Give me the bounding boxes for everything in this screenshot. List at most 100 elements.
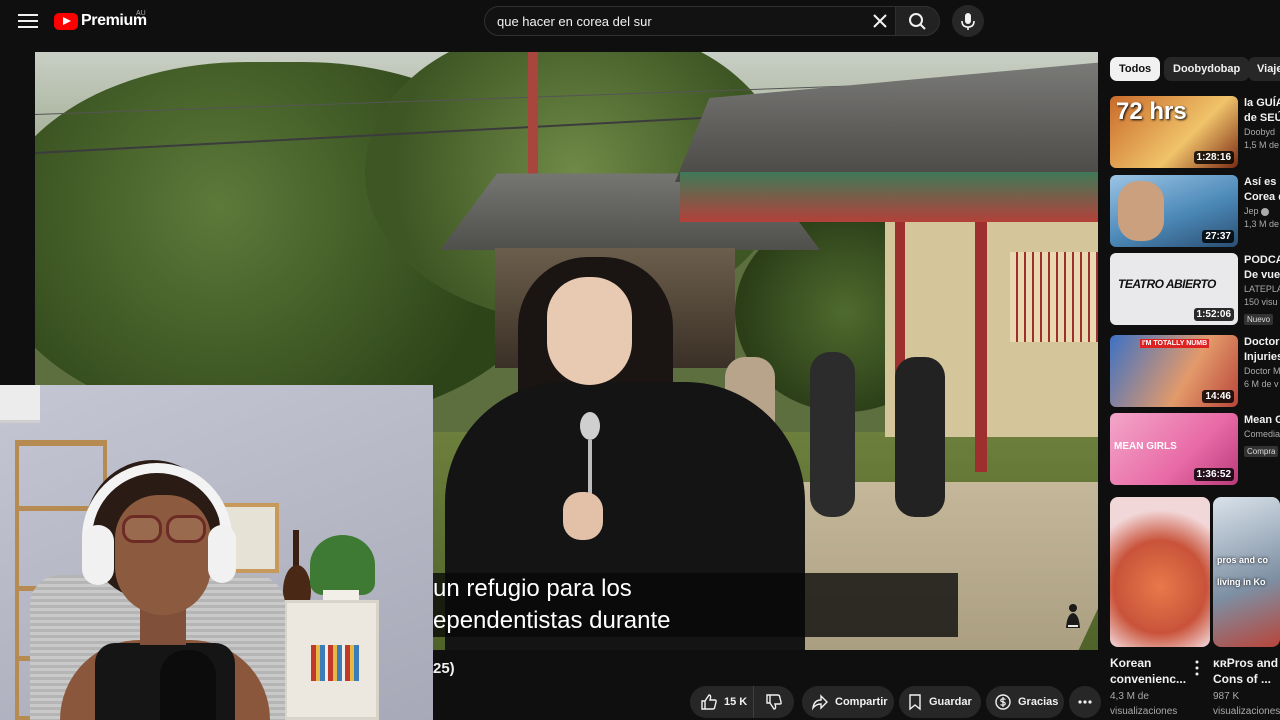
video-frame-passerby bbox=[895, 357, 945, 517]
short-caption: pros and co bbox=[1217, 555, 1269, 565]
share-button[interactable]: Compartir bbox=[802, 686, 894, 718]
short-title: Korean bbox=[1110, 656, 1152, 670]
short-video[interactable]: pros and co living in Ko bbox=[1213, 497, 1280, 647]
video-title-line2: de SEÚ bbox=[1244, 112, 1280, 124]
channel-watermark-icon[interactable] bbox=[1062, 602, 1084, 630]
caption-line: ependentistas durante bbox=[433, 607, 671, 634]
search-input[interactable] bbox=[497, 7, 857, 35]
webcam-ukulele-neck bbox=[293, 530, 299, 570]
view-count: 1,5 M de bbox=[1244, 140, 1280, 150]
channel-name: Doctor M bbox=[1244, 366, 1280, 376]
short-thumbnail bbox=[1213, 497, 1280, 647]
recommended-video[interactable]: TEATRO ABIERTO 1:52:06 PODCA De vuel LAT… bbox=[1110, 253, 1280, 325]
close-icon[interactable] bbox=[872, 13, 888, 29]
short-title-line2: Cons of ... bbox=[1213, 672, 1271, 686]
thumbnail-person bbox=[1118, 181, 1164, 241]
webcam-books bbox=[311, 645, 359, 681]
video-duration: 1:28:16 bbox=[1193, 151, 1234, 164]
video-title: Doctor I bbox=[1244, 336, 1280, 348]
caption-line: un refugio para los bbox=[433, 575, 632, 602]
short-title: ᴋʀPros and bbox=[1213, 656, 1279, 670]
youtube-logo[interactable]: Premium bbox=[54, 9, 147, 33]
video-meta: Doctor I Injuries Doctor M 6 M de v bbox=[1244, 335, 1280, 391]
webcam-earcup bbox=[208, 525, 236, 583]
short-caption: living in Ko bbox=[1217, 577, 1266, 587]
like-count: 15 K bbox=[724, 696, 748, 708]
video-frame-spoon bbox=[580, 412, 600, 502]
short-video[interactable] bbox=[1110, 497, 1210, 647]
webcam-air-conditioner bbox=[0, 385, 40, 423]
video-frame-passerby bbox=[810, 352, 855, 517]
recommended-video[interactable]: 27:37 Así es R Corea d Jep 1,3 M de bbox=[1110, 175, 1280, 247]
search-box bbox=[484, 6, 896, 36]
thanks-label: Gracias bbox=[1018, 696, 1059, 708]
purchase-badge: Compra bbox=[1244, 446, 1279, 457]
dislike-button[interactable] bbox=[754, 686, 794, 718]
video-title: la GUÍA bbox=[1244, 97, 1280, 109]
caption-box: un refugio para los ependentistas durant… bbox=[433, 573, 958, 637]
channel-name: Doobyd bbox=[1244, 127, 1276, 137]
video-title-line2: Corea d bbox=[1244, 191, 1280, 203]
like-dislike-group: 15 K bbox=[690, 686, 794, 718]
voice-search-button[interactable] bbox=[952, 5, 984, 37]
chip-doobydobap[interactable]: Doobydobap bbox=[1164, 57, 1250, 81]
chip-todos[interactable]: Todos bbox=[1110, 57, 1161, 81]
video-title: Así es R bbox=[1244, 176, 1280, 188]
view-count: 150 visu bbox=[1244, 297, 1278, 307]
like-button[interactable]: 15 K bbox=[690, 686, 754, 718]
video-thumbnail: TEATRO ABIERTO 1:52:06 bbox=[1110, 253, 1238, 325]
thumbnail-text: TEATRO ABIERTO bbox=[1118, 277, 1216, 291]
thumbs-up-icon bbox=[701, 694, 717, 710]
video-frame-presenter-face bbox=[547, 277, 632, 385]
thanks-button[interactable]: Gracias bbox=[986, 686, 1064, 718]
play-logo-icon bbox=[54, 12, 78, 30]
new-badge: Nuevo bbox=[1244, 314, 1274, 325]
video-thumbnail: MEAN GIRLS 1:36:52 bbox=[1110, 413, 1238, 485]
webcam-shelf bbox=[284, 600, 379, 720]
verified-icon bbox=[1261, 207, 1270, 216]
thumbnail-text: MEAN GIRLS bbox=[1114, 441, 1177, 452]
save-button[interactable]: Guardar bbox=[899, 686, 981, 718]
video-meta: la GUÍA de SEÚ Doobyd 1,5 M de bbox=[1244, 96, 1280, 152]
video-duration: 1:36:52 bbox=[1193, 468, 1234, 481]
video-frame-column bbox=[975, 222, 987, 472]
channel-name: Jep bbox=[1244, 205, 1280, 218]
short-title-line2: convenienc... bbox=[1110, 672, 1187, 686]
recommended-video[interactable]: MEAN GIRLS 1:36:52 Mean G Comedia Compra bbox=[1110, 413, 1280, 485]
video-meta: PODCA De vuel LATEPLA 150 visu Nuevo bbox=[1244, 253, 1280, 327]
video-meta: Mean G Comedia Compra bbox=[1244, 413, 1280, 459]
view-count: 6 M de v bbox=[1244, 379, 1279, 389]
short-views-label: visualizaciones bbox=[1213, 706, 1280, 717]
webcam-plant bbox=[310, 535, 375, 595]
thumbnail-text: I'M TOTALLY NUMB bbox=[1140, 339, 1210, 348]
super-thanks-icon bbox=[995, 694, 1011, 710]
short-thumbnail bbox=[1110, 497, 1210, 647]
more-actions-button[interactable] bbox=[1069, 686, 1101, 718]
video-thumbnail: 72 hrs 1:28:16 bbox=[1110, 96, 1238, 168]
recommended-video[interactable]: 72 hrs 1:28:16 la GUÍA de SEÚ Doobyd 1,5… bbox=[1110, 96, 1280, 168]
webcam-overlay bbox=[0, 385, 433, 720]
menu-icon[interactable] bbox=[16, 10, 40, 32]
video-title: PODCA bbox=[1244, 254, 1280, 266]
short-views-label: visualizaciones bbox=[1110, 706, 1178, 717]
thumbnail-text: 72 hrs bbox=[1116, 98, 1187, 125]
video-thumbnail: 27:37 bbox=[1110, 175, 1238, 247]
channel-name-text: Jep bbox=[1244, 206, 1259, 216]
video-title: Mean G bbox=[1244, 414, 1280, 426]
search-button[interactable] bbox=[896, 6, 940, 36]
view-count: 1,3 M de bbox=[1244, 219, 1280, 229]
search-icon bbox=[909, 13, 926, 30]
chip-viaje[interactable]: Viaje bbox=[1248, 57, 1280, 81]
video-duration: 14:46 bbox=[1202, 390, 1234, 403]
thumbs-down-icon bbox=[766, 694, 782, 710]
video-duration: 1:52:06 bbox=[1193, 308, 1234, 321]
recommended-video[interactable]: I'M TOTALLY NUMB 14:46 Doctor I Injuries… bbox=[1110, 335, 1280, 407]
microphone-icon bbox=[961, 13, 975, 30]
webcam-earcup bbox=[82, 525, 114, 585]
video-thumbnail: I'M TOTALLY NUMB 14:46 bbox=[1110, 335, 1238, 407]
region-code: AU bbox=[136, 10, 146, 17]
more-vertical-icon[interactable] bbox=[1191, 658, 1203, 678]
video-title-line2: Injuries bbox=[1244, 351, 1280, 363]
channel-name: Comedia bbox=[1244, 429, 1280, 439]
share-icon bbox=[811, 694, 828, 711]
